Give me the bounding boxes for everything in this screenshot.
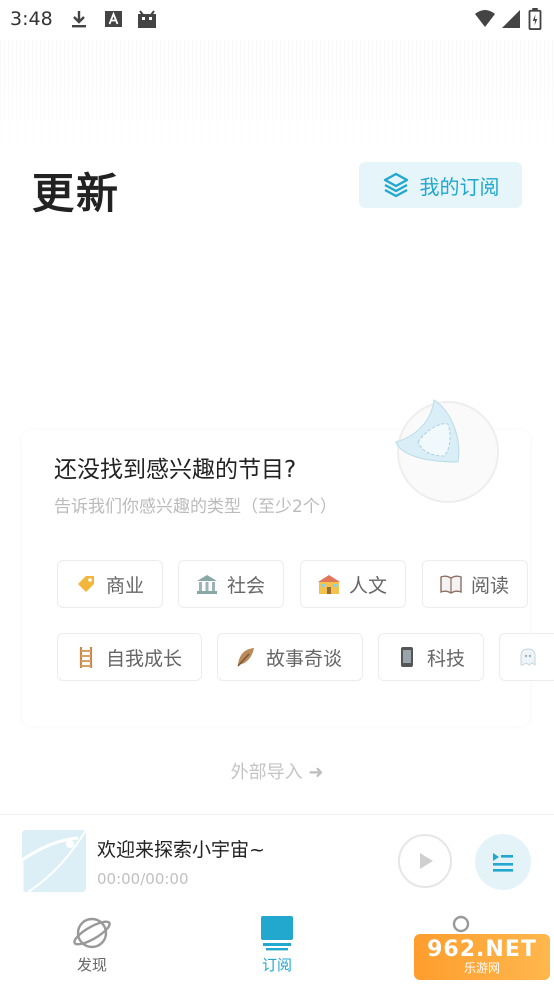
layers-icon [383, 172, 408, 198]
a-badge-icon [105, 11, 122, 27]
now-playing-time: 00:00/00:00 [97, 870, 189, 888]
planet-nav-icon [73, 917, 111, 949]
external-import-link[interactable]: 外部导入 ➜ [0, 758, 554, 784]
external-import-label: 外部导入 [230, 762, 303, 783]
now-playing-title[interactable]: 欢迎来探索小宇宙~ [97, 835, 265, 862]
category-label: 自我成长 [106, 647, 183, 670]
empty-state-title: 还没找到感兴趣的节目? [54, 457, 297, 483]
subscribe-nav-icon [261, 916, 293, 951]
my-subscriptions-label: 我的订阅 [419, 174, 500, 199]
play-button[interactable] [398, 834, 452, 888]
planet-icon [395, 399, 499, 503]
category-label: 商业 [106, 574, 145, 597]
open-book-icon [440, 575, 462, 594]
category-tag-stories[interactable]: 故事奇谈 [217, 633, 363, 681]
price-tag-icon [78, 576, 94, 592]
category-label: 社会 [227, 574, 266, 597]
category-label: 科技 [427, 647, 466, 670]
feather-icon [237, 648, 254, 667]
category-tag-self-growth[interactable]: 自我成长 [57, 633, 202, 681]
header-texture [0, 40, 554, 150]
play-icon [420, 853, 433, 869]
my-subscriptions-button[interactable]: 我的订阅 [359, 162, 522, 208]
category-label: 阅读 [471, 574, 510, 597]
classical-building-icon [197, 575, 217, 594]
page-title: 更新 [32, 169, 121, 218]
category-tag-business[interactable]: 商业 [57, 560, 163, 608]
playlist-icon [493, 853, 513, 872]
playlist-button[interactable] [475, 834, 531, 890]
episode-cover[interactable] [22, 830, 86, 892]
category-tag-technology[interactable]: 科技 [378, 633, 484, 681]
category-tag-society[interactable]: 社会 [178, 560, 284, 608]
ghost-icon [520, 648, 536, 666]
nav-subscribe[interactable]: 订阅 [232, 914, 322, 975]
nav-label: 发现 [76, 956, 107, 974]
mobile-phone-icon [401, 647, 413, 667]
status-bar: 3:48 [0, 0, 554, 40]
status-time: 3:48 [10, 8, 53, 30]
nav-discover[interactable]: 发现 [47, 914, 137, 975]
battery-icon [528, 8, 542, 30]
signal-icon [502, 10, 520, 28]
cover-planet-icon [22, 830, 86, 892]
divider [0, 814, 554, 815]
category-label: 故事奇谈 [266, 647, 343, 670]
school-icon [318, 575, 340, 594]
nav-label: 订阅 [261, 956, 292, 974]
wifi-icon [475, 10, 495, 27]
category-label: 人文 [349, 574, 388, 597]
watermark-logo: 962.NET 乐游网 [414, 934, 550, 980]
category-tag-humanities[interactable]: 人文 [300, 560, 406, 608]
watermark-small: 乐游网 [463, 961, 500, 975]
empty-state-subtitle: 告诉我们你感兴趣的类型（至少2个） [54, 497, 337, 517]
watermark-big: 962.NET [427, 937, 537, 962]
category-tag-reading[interactable]: 阅读 [422, 560, 528, 608]
category-tag-more[interactable] [499, 633, 554, 681]
ladder-icon [79, 647, 93, 668]
android-icon [138, 10, 156, 28]
arrow-right-icon: ➜ [308, 762, 324, 783]
download-icon [72, 11, 86, 28]
